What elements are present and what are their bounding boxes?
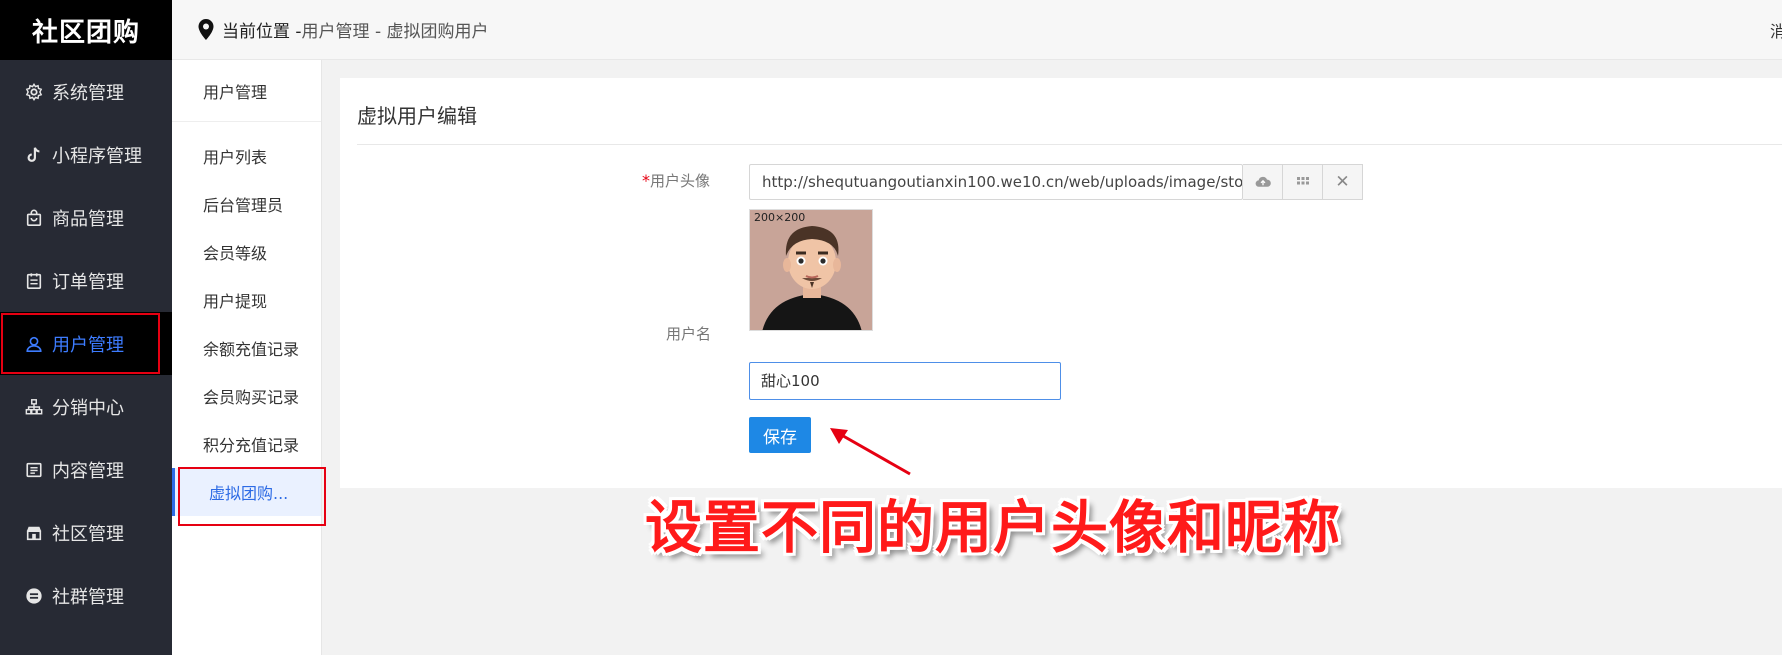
grid-icon [1296, 177, 1309, 185]
required-asterisk: * [642, 171, 650, 190]
save-button[interactable]: 保存 [749, 417, 811, 453]
sidebar-item-label: 社群管理 [52, 586, 124, 608]
brand-logo: 社区团购 [0, 0, 172, 60]
top-bar: 当前位置 - 用户管理 - 虚拟团购用户 消 [172, 0, 1782, 60]
sidebar-item-community[interactable]: 社区管理 [0, 501, 172, 564]
store-icon [24, 523, 44, 543]
group-icon [24, 586, 44, 606]
sidebar-item-miniprogram[interactable]: 小程序管理 [0, 123, 172, 186]
breadcrumb[interactable]: 用户管理 - 虚拟团购用户 [302, 17, 489, 42]
subnav-item-member-purchase[interactable]: 会员购买记录 [172, 372, 321, 420]
tiktok-icon [24, 145, 44, 165]
user-icon [24, 334, 44, 354]
sidebar-item-label: 系统管理 [52, 82, 124, 104]
subnav-item-points-recharge[interactable]: 积分充值记录 [172, 420, 321, 468]
title-divider [357, 144, 1782, 145]
subnav-item-member-levels[interactable]: 会员等级 [172, 228, 321, 276]
avatar-field-label: *用户头像 [642, 170, 710, 191]
annotation-arrow [830, 428, 911, 476]
page-title: 虚拟用户编辑 [357, 104, 477, 128]
upload-button[interactable] [1243, 164, 1283, 200]
annotation-text: 设置不同的用户头像和昵称 [645, 495, 1341, 561]
sidebar-item-groups[interactable]: 社群管理 [0, 564, 172, 627]
gallery-button[interactable] [1283, 164, 1323, 200]
order-list-icon [24, 271, 44, 291]
sidebar-item-label: 商品管理 [52, 208, 124, 230]
sidebar-item-users[interactable]: 用户管理 [0, 312, 172, 375]
close-icon: ✕ [1335, 172, 1350, 192]
avatar-url-buttons: ✕ [1243, 164, 1363, 200]
name-field-label: 用户名 [666, 325, 712, 343]
sidebar-item-label: 小程序管理 [52, 145, 142, 167]
sidebar-item-system[interactable]: 系统管理 [0, 60, 172, 123]
subnav-item-admins[interactable]: 后台管理员 [172, 180, 321, 228]
subnav-item-user-list[interactable]: 用户列表 [172, 132, 321, 180]
sidebar-item-content[interactable]: 内容管理 [0, 438, 172, 501]
sidebar-item-goods[interactable]: 商品管理 [0, 186, 172, 249]
subnav-item-virtual-users[interactable]: 虚拟团购... [172, 467, 326, 526]
breadcrumb-label: 当前位置 - [222, 22, 302, 42]
gear-icon [24, 82, 44, 102]
subnav-item-balance-recharge[interactable]: 余额充值记录 [172, 324, 321, 372]
sidebar-item-label: 内容管理 [52, 460, 124, 482]
avatar-preview: 200×200 [749, 209, 873, 331]
secondary-sidebar-title: 用户管理 [172, 60, 321, 122]
username-input[interactable]: 甜心100 [749, 362, 1061, 400]
sitemap-icon [24, 397, 44, 417]
location-pin-icon [198, 18, 214, 40]
sidebar-item-label: 用户管理 [52, 334, 124, 356]
article-icon [24, 460, 44, 480]
avatar-image [750, 210, 872, 330]
edit-card: 虚拟用户编辑 *用户头像 http://shequtuangoutianxin1… [340, 78, 1782, 488]
sidebar-item-label: 社区管理 [52, 523, 124, 545]
clear-button[interactable]: ✕ [1323, 164, 1363, 200]
subnav-item-withdrawals[interactable]: 用户提现 [172, 276, 321, 324]
secondary-sidebar: 用户管理 用户列表 后台管理员 会员等级 用户提现 余额充值记录 会员购买记录 … [172, 60, 326, 655]
cloud-upload-icon [1255, 176, 1271, 187]
sidebar-item-orders[interactable]: 订单管理 [0, 249, 172, 312]
avatar-url-input[interactable]: http://shequtuangoutianxin100.we10.cn/we… [749, 164, 1243, 200]
shopping-bag-icon [24, 208, 44, 228]
sidebar-item-distribution[interactable]: 分销中心 [0, 375, 172, 438]
top-right-message[interactable]: 消 [1770, 18, 1782, 42]
avatar-label-text: 用户头像 [650, 172, 711, 190]
main-sidebar: 社区团购 系统管理 小程序管理 商品管理 订单管理 用户管理 分销中心 内容管理… [0, 0, 172, 655]
sidebar-item-label: 分销中心 [52, 397, 124, 419]
sidebar-item-label: 订单管理 [52, 271, 124, 293]
avatar-size-label: 200×200 [754, 211, 806, 224]
